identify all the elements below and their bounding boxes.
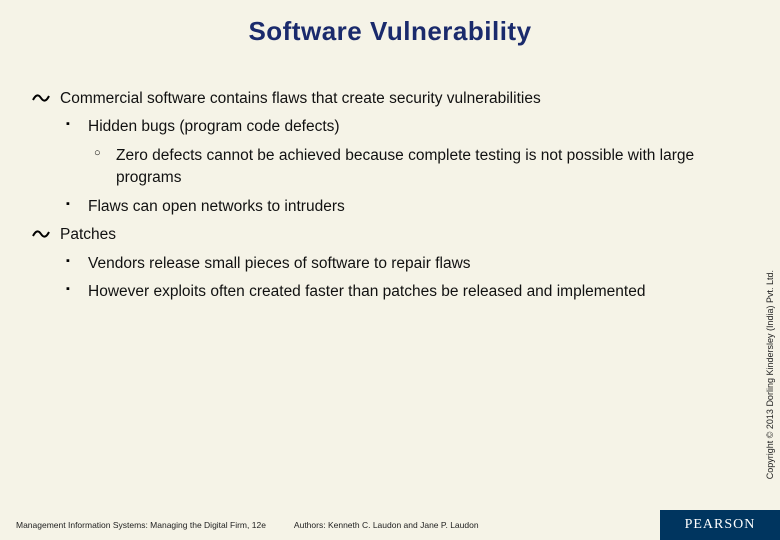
publisher-logo: PEARSON [660,510,780,540]
bullet-text: Commercial software contains flaws that … [60,90,541,107]
copyright-notice: Copyright © 2013 Dorling Kindersley (Ind… [765,270,775,479]
bullet-text: Zero defects cannot be achieved because … [116,147,694,186]
bullet-text: Hidden bugs (program code defects) [88,118,340,135]
wave-bullet-icon [32,226,52,242]
footer: Management Information Systems: Managing… [0,510,780,540]
bullet-level3: Zero defects cannot be achieved because … [32,145,720,190]
bullet-text: Vendors release small pieces of software… [88,255,471,272]
bullet-level2: However exploits often created faster th… [32,281,720,303]
slide: Software Vulnerability Commercial softwa… [0,0,780,540]
wave-bullet-icon [32,90,52,106]
bullet-text: Flaws can open networks to intruders [88,198,345,215]
bullet-level2: Vendors release small pieces of software… [32,253,720,275]
footer-authors: Authors: Kenneth C. Laudon and Jane P. L… [294,520,479,530]
footer-left: Management Information Systems: Managing… [0,520,660,530]
slide-content: Commercial software contains flaws that … [32,88,720,310]
footer-book-title: Management Information Systems: Managing… [16,520,266,530]
bullet-level1: Patches [32,224,720,246]
bullet-text: Patches [60,226,116,243]
slide-title: Software Vulnerability [0,0,780,47]
bullet-text: However exploits often created faster th… [88,283,645,300]
bullet-level1: Commercial software contains flaws that … [32,88,720,110]
bullet-level2: Hidden bugs (program code defects) [32,116,720,138]
bullet-level2: Flaws can open networks to intruders [32,196,720,218]
